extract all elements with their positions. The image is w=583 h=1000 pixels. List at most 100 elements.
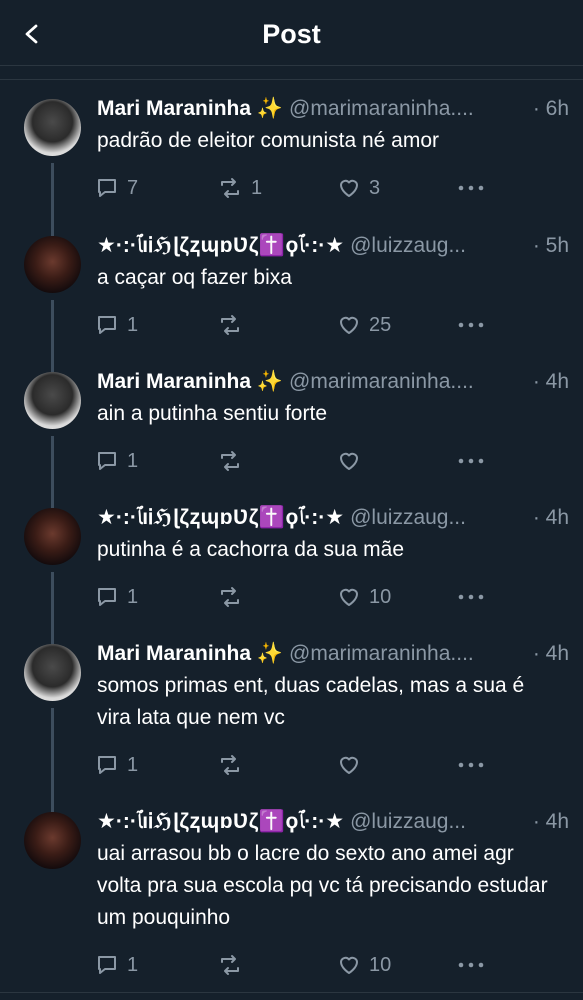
tweet-text: ain a putinha sentiu forte (97, 402, 327, 425)
tweet[interactable]: Mari Maraninha ✨ @marimaraninha.... · 6h … (0, 80, 583, 217)
like-count: 10 (369, 586, 392, 608)
heart-icon (340, 588, 358, 606)
reply-icon (98, 452, 116, 470)
reply-count: 1 (127, 754, 139, 776)
tweet-actions: 1 10 (97, 948, 569, 982)
retweet-button[interactable] (217, 308, 251, 342)
reply-button[interactable]: 1 (95, 308, 138, 342)
retweet-count: 1 (251, 177, 263, 199)
more-button[interactable] (457, 444, 485, 478)
reply-button[interactable]: 1 (95, 748, 138, 782)
heart-icon (340, 452, 358, 470)
retweet-icon (221, 955, 239, 975)
like-button[interactable]: 25 (337, 308, 391, 342)
avatar[interactable] (24, 812, 81, 869)
tweet[interactable]: ★·:·ﭑıᎥℌɭζⱬɰɒƲζ✝️ϙﭑ·:·★ @luizzaug... · 4h… (0, 489, 583, 625)
timestamp[interactable]: · 6h (528, 94, 569, 124)
avatar[interactable] (24, 644, 81, 701)
thread-connector (51, 793, 54, 812)
more-button[interactable] (457, 171, 485, 205)
thread-connector (51, 625, 54, 644)
tweet[interactable]: ★·:·ﭑıᎥℌɭζⱬɰɒƲζ✝️ϙﭑ·:·★ @luizzaug... · 4h… (0, 793, 583, 993)
timestamp[interactable]: · 4h (528, 639, 569, 669)
tweet-text: a caçar oq fazer bixa (97, 266, 292, 289)
like-count: 3 (369, 177, 381, 199)
thread: Mari Maraninha ✨ @marimaraninha.... · 6h … (0, 66, 583, 993)
tweet-text: uai arrasou bb o lacre do sexto ano amei… (97, 842, 548, 929)
tweet-actions: 1 (97, 748, 569, 782)
author-name[interactable]: Mari Maraninha ✨ (97, 642, 283, 665)
avatar[interactable] (24, 236, 81, 293)
more-icon (458, 322, 484, 328)
reply-icon (98, 588, 116, 606)
thread-connector (51, 489, 54, 508)
thread-connector (51, 353, 54, 372)
more-button[interactable] (457, 948, 485, 982)
tweet-actions: 7 1 3 (97, 171, 569, 205)
author-handle[interactable]: @marimaraninha.... (289, 97, 474, 120)
retweet-icon (221, 451, 239, 471)
retweet-button[interactable] (217, 748, 251, 782)
timestamp[interactable]: · 4h (528, 807, 569, 837)
reply-icon (98, 756, 116, 774)
heart-icon (340, 179, 358, 197)
tweet-text: somos primas ent, duas cadelas, mas a su… (97, 674, 525, 729)
avatar[interactable] (24, 372, 81, 429)
retweet-icon (221, 315, 239, 335)
timestamp[interactable]: · 4h (528, 367, 569, 397)
author-handle[interactable]: @luizzaug... (350, 234, 466, 257)
retweet-icon (221, 755, 239, 775)
author-handle[interactable]: @luizzaug... (350, 506, 466, 529)
like-button[interactable]: 10 (337, 580, 391, 614)
more-icon (458, 962, 484, 968)
thread-top-divider (0, 66, 583, 80)
tweet[interactable]: ★·:·ﭑıᎥℌɭζⱬɰɒƲζ✝️ϙﭑ·:·★ @luizzaug... · 5h… (0, 217, 583, 353)
like-button[interactable]: 10 (337, 948, 391, 982)
heart-icon (340, 316, 358, 334)
like-button[interactable] (337, 444, 369, 478)
more-button[interactable] (457, 580, 485, 614)
avatar[interactable] (24, 508, 81, 565)
tweet[interactable]: Mari Maraninha ✨ @marimaraninha.... · 4h … (0, 625, 583, 793)
reply-button[interactable]: 1 (95, 444, 138, 478)
reply-button[interactable]: 1 (95, 948, 138, 982)
like-count: 25 (369, 314, 392, 336)
like-button[interactable] (337, 748, 369, 782)
like-button[interactable]: 3 (337, 171, 380, 205)
more-icon (458, 458, 484, 464)
author-name[interactable]: Mari Maraninha ✨ (97, 97, 283, 120)
author-handle[interactable]: @marimaraninha.... (289, 370, 474, 393)
retweet-icon (221, 587, 239, 607)
tweet-actions: 1 10 (97, 580, 569, 614)
tweet-actions: 1 (97, 444, 569, 478)
more-icon (458, 594, 484, 600)
like-count: 10 (369, 954, 392, 976)
tweet-text: putinha é a cachorra da sua mãe (97, 538, 405, 561)
more-button[interactable] (457, 748, 485, 782)
tweet-text: padrão de eleitor comunista né amor (97, 129, 440, 152)
author-handle[interactable]: @luizzaug... (350, 810, 466, 833)
author-handle[interactable]: @marimaraninha.... (289, 642, 474, 665)
retweet-button[interactable]: 1 (217, 171, 262, 205)
reply-button[interactable]: 7 (95, 171, 138, 205)
thread-connector (51, 163, 54, 217)
retweet-button[interactable] (217, 444, 251, 478)
reply-count: 7 (127, 177, 139, 199)
thread-connector (51, 572, 54, 625)
author-name[interactable]: Mari Maraninha ✨ (97, 370, 283, 393)
author-name[interactable]: ★·:·ﭑıᎥℌɭζⱬɰɒƲζ✝️ϙﭑ·:·★ (97, 234, 344, 257)
reply-button[interactable]: 1 (95, 580, 138, 614)
author-name[interactable]: ★·:·ﭑıᎥℌɭζⱬɰɒƲζ✝️ϙﭑ·:·★ (97, 506, 344, 529)
heart-icon (340, 956, 358, 974)
retweet-button[interactable] (217, 580, 251, 614)
reply-icon (98, 179, 116, 197)
reply-count: 1 (127, 314, 139, 336)
timestamp[interactable]: · 5h (528, 231, 569, 261)
more-button[interactable] (457, 308, 485, 342)
avatar[interactable] (24, 99, 81, 156)
retweet-button[interactable] (217, 948, 251, 982)
tweet[interactable]: Mari Maraninha ✨ @marimaraninha.... · 4h … (0, 353, 583, 489)
reply-count: 1 (127, 954, 139, 976)
author-name[interactable]: ★·:·ﭑıᎥℌɭζⱬɰɒƲζ✝️ϙﭑ·:·★ (97, 810, 344, 833)
timestamp[interactable]: · 4h (528, 503, 569, 533)
